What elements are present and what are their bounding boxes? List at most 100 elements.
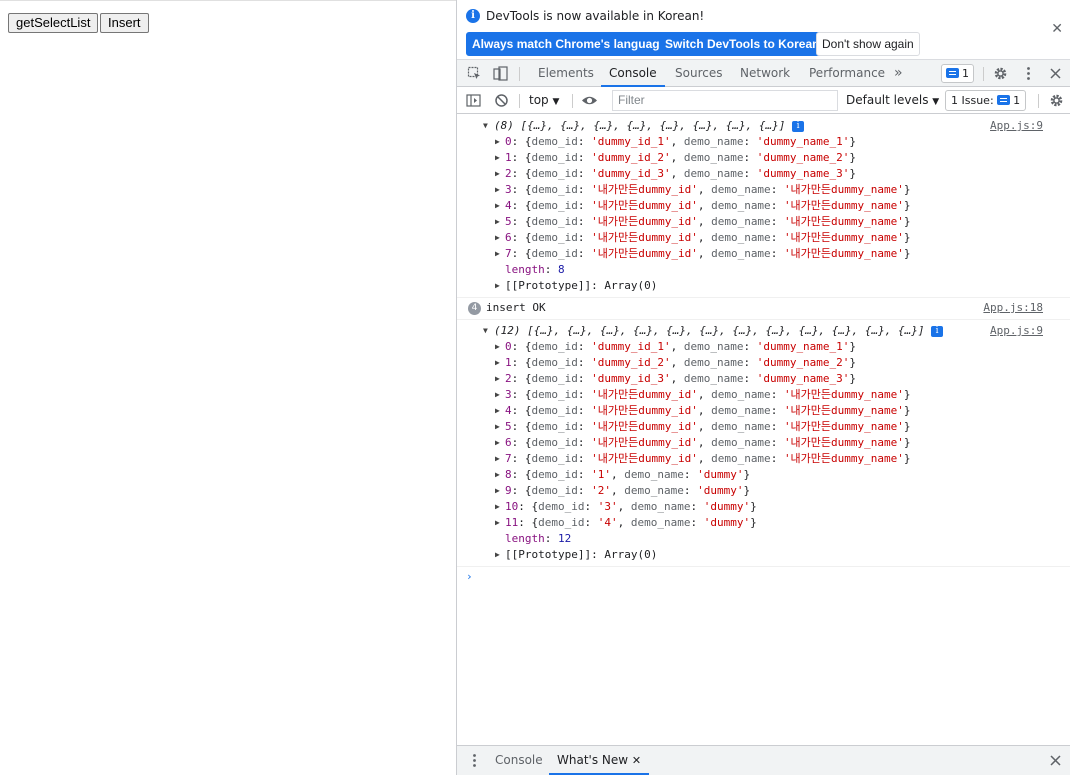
array-summary[interactable]: ▼ (8) [{…}, {…}, {…}, {…}, {…}, {…}, {…},… [457, 118, 1070, 134]
gear-icon[interactable] [993, 66, 1008, 81]
collapsed-triangle-icon[interactable]: ▶ [495, 403, 500, 419]
collapsed-triangle-icon[interactable]: ▶ [495, 371, 500, 387]
insert-button[interactable]: Insert [100, 13, 149, 33]
collapsed-triangle-icon[interactable]: ▶ [495, 467, 500, 483]
array-item[interactable]: ▶ 6: {demo_id: '내가만든dummy_id', demo_name:… [457, 230, 1070, 246]
collapsed-triangle-icon[interactable]: ▶ [495, 214, 500, 230]
collapsed-triangle-icon[interactable]: ▶ [495, 278, 500, 294]
property-key: demo_name [711, 183, 771, 196]
close-icon[interactable]: ✕ [1051, 21, 1063, 37]
messages-badge[interactable]: 1 [941, 64, 974, 83]
collapsed-triangle-icon[interactable]: ▶ [495, 150, 500, 166]
kebab-menu-icon[interactable] [1021, 66, 1036, 81]
more-tabs-icon[interactable]: » [894, 60, 903, 86]
array-summary-text: (12) [{…}, {…}, {…}, {…}, {…}, {…}, {…},… [494, 324, 925, 337]
collapsed-triangle-icon[interactable]: ▶ [495, 435, 500, 451]
item-index: 6 [505, 436, 512, 449]
collapsed-triangle-icon[interactable]: ▶ [495, 134, 500, 150]
tab-network[interactable]: Network [732, 60, 798, 87]
inspect-element-icon[interactable] [467, 66, 482, 81]
collapsed-triangle-icon[interactable]: ▶ [495, 387, 500, 403]
collapsed-triangle-icon[interactable]: ▶ [495, 355, 500, 371]
array-item[interactable]: ▶ 7: {demo_id: '내가만든dummy_id', demo_name:… [457, 246, 1070, 262]
array-item[interactable]: ▶ 1: {demo_id: 'dummy_id_2', demo_name: '… [457, 150, 1070, 166]
eye-icon[interactable] [581, 93, 598, 108]
source-link[interactable]: App.js:9 [990, 323, 1043, 339]
demo-id-value: 'dummy_id_3' [591, 372, 671, 385]
source-link[interactable]: App.js:9 [990, 118, 1043, 134]
array-item[interactable]: ▶ 2: {demo_id: 'dummy_id_3', demo_name: '… [457, 371, 1070, 387]
array-item[interactable]: ▶ 11: {demo_id: '4', demo_name: 'dummy'} [457, 515, 1070, 531]
expand-triangle-icon[interactable]: ▼ [483, 118, 488, 134]
array-prototype[interactable]: ▶ [[Prototype]]: Array(0) [457, 278, 1070, 294]
item-index: 3 [505, 183, 512, 196]
item-index: 3 [505, 388, 512, 401]
array-item[interactable]: ▶ 4: {demo_id: '내가만든dummy_id', demo_name:… [457, 198, 1070, 214]
array-item[interactable]: ▶ 9: {demo_id: '2', demo_name: 'dummy'} [457, 483, 1070, 499]
devtools-panel: i DevTools is now available in Korean! A… [456, 0, 1070, 775]
collapsed-triangle-icon[interactable]: ▶ [495, 339, 500, 355]
item-index: 10 [505, 500, 519, 513]
always-match-language-button[interactable]: Always match Chrome's language [466, 32, 673, 56]
array-summary[interactable]: ▼ (12) [{…}, {…}, {…}, {…}, {…}, {…}, {…}… [457, 323, 1070, 339]
collapsed-triangle-icon[interactable]: ▶ [495, 483, 500, 499]
issues-button[interactable]: 1 Issue: 1 [945, 90, 1027, 111]
array-item[interactable]: ▶ 6: {demo_id: '내가만든dummy_id', demo_name:… [457, 435, 1070, 451]
array-item[interactable]: ▶ 5: {demo_id: '내가만든dummy_id', demo_name:… [457, 419, 1070, 435]
array-item[interactable]: ▶ 0: {demo_id: 'dummy_id_1', demo_name: '… [457, 339, 1070, 355]
array-item[interactable]: ▶ 3: {demo_id: '내가만든dummy_id', demo_name:… [457, 182, 1070, 198]
drawer-menu-icon[interactable] [467, 753, 482, 768]
collapsed-triangle-icon[interactable]: ▶ [495, 499, 500, 515]
array-item[interactable]: ▶ 8: {demo_id: '1', demo_name: 'dummy'} [457, 467, 1070, 483]
context-selector[interactable]: top ▼ [529, 93, 559, 107]
collapsed-triangle-icon[interactable]: ▶ [495, 230, 500, 246]
collapsed-triangle-icon[interactable]: ▶ [495, 246, 500, 262]
close-tab-icon[interactable]: ✕ [632, 754, 641, 767]
array-prototype[interactable]: ▶ [[Prototype]]: Array(0) [457, 547, 1070, 563]
property-key: demo_id [531, 356, 578, 369]
array-item[interactable]: ▶ 7: {demo_id: '내가만든dummy_id', demo_name:… [457, 451, 1070, 467]
array-item[interactable]: ▶ 4: {demo_id: '내가만든dummy_id', demo_name:… [457, 403, 1070, 419]
sidebar-toggle-icon[interactable] [466, 93, 481, 108]
item-index: 0 [505, 135, 512, 148]
collapsed-triangle-icon[interactable]: ▶ [495, 419, 500, 435]
array-item[interactable]: ▶ 5: {demo_id: '내가만든dummy_id', demo_name:… [457, 214, 1070, 230]
console-settings-icon[interactable] [1049, 93, 1064, 108]
device-toolbar-icon[interactable] [493, 66, 508, 81]
source-link[interactable]: App.js:18 [983, 300, 1043, 316]
array-item[interactable]: ▶ 10: {demo_id: '3', demo_name: 'dummy'} [457, 499, 1070, 515]
collapsed-triangle-icon[interactable]: ▶ [495, 515, 500, 531]
collapsed-triangle-icon[interactable]: ▶ [495, 166, 500, 182]
console-log-entry: ▼ (8) [{…}, {…}, {…}, {…}, {…}, {…}, {…},… [457, 114, 1070, 298]
bottom-drawer: Console What's New ✕ [457, 745, 1070, 775]
expand-triangle-icon[interactable]: ▼ [483, 323, 488, 339]
console-prompt[interactable]: › [457, 567, 1070, 589]
get-select-list-button[interactable]: getSelectList [8, 13, 99, 33]
array-item[interactable]: ▶ 0: {demo_id: 'dummy_id_1', demo_name: '… [457, 134, 1070, 150]
collapsed-triangle-icon[interactable]: ▶ [495, 182, 500, 198]
devtools-tabbar: Elements Console Sources Network Perform… [457, 60, 1070, 87]
filter-input[interactable]: Filter [612, 90, 838, 111]
switch-to-korean-button[interactable]: Switch DevTools to Korean [659, 32, 826, 56]
drawer-tab-whats-new[interactable]: What's New ✕ [549, 746, 650, 775]
divider [1038, 94, 1039, 108]
demo-id-value: '내가만든dummy_id' [591, 404, 698, 417]
close-drawer-icon[interactable] [1048, 753, 1063, 768]
property-key: demo_id [531, 484, 578, 497]
clear-console-icon[interactable] [494, 93, 509, 108]
collapsed-triangle-icon[interactable]: ▶ [495, 547, 500, 563]
close-devtools-icon[interactable] [1048, 66, 1063, 81]
tab-console[interactable]: Console [601, 60, 665, 87]
array-item[interactable]: ▶ 1: {demo_id: 'dummy_id_2', demo_name: '… [457, 355, 1070, 371]
drawer-tab-console[interactable]: Console [487, 746, 551, 775]
tab-sources[interactable]: Sources [667, 60, 730, 87]
array-item[interactable]: ▶ 2: {demo_id: 'dummy_id_3', demo_name: '… [457, 166, 1070, 182]
dont-show-again-button[interactable]: Don't show again [816, 32, 920, 56]
tab-performance[interactable]: Performance [801, 60, 893, 87]
tab-elements[interactable]: Elements [530, 60, 602, 87]
collapsed-triangle-icon[interactable]: ▶ [495, 198, 500, 214]
property-key: demo_name [683, 340, 744, 353]
array-item[interactable]: ▶ 3: {demo_id: '내가만든dummy_id', demo_name:… [457, 387, 1070, 403]
log-levels-dropdown[interactable]: Default levels ▼ [846, 93, 939, 107]
collapsed-triangle-icon[interactable]: ▶ [495, 451, 500, 467]
